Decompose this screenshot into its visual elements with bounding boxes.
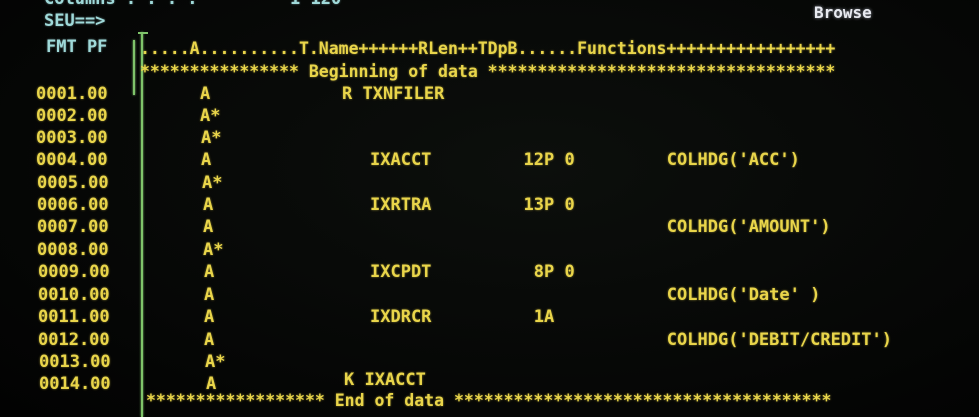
source-line-text[interactable]: IXRTRA 13P 0 (370, 194, 575, 216)
spec-type: A (204, 262, 215, 282)
end-of-data-marker: ****************** End of data *********… (146, 391, 832, 410)
source-line-text[interactable]: R TXNFILER (342, 83, 444, 105)
source-line-text[interactable]: K IXACCT (344, 369, 426, 391)
seq-number: 0010.00 (38, 285, 110, 305)
spec-type: A (204, 307, 215, 327)
seq-number: 0004.00 (36, 150, 108, 170)
seq-number: 0011.00 (38, 307, 110, 327)
format-label: FMT PF (46, 37, 108, 57)
source-line-text[interactable]: IXACCT 12P 0 COLHDG('ACC') (370, 149, 800, 171)
spec-type: A* (202, 173, 223, 193)
spec-type: A* (205, 352, 226, 372)
seq-number: 0013.00 (39, 352, 111, 372)
mode-indicator: Browse (814, 3, 872, 22)
seu-command-prompt[interactable]: SEU==> (44, 10, 105, 32)
seq-number: 0014.00 (39, 374, 111, 394)
seq-number: 0006.00 (37, 195, 109, 215)
source-line-text[interactable]: IXDRCR 1A (370, 306, 554, 328)
source-line-text[interactable]: IXCPDT 8P 0 (370, 261, 575, 283)
columns-label: Columns . . . : (44, 0, 198, 10)
seq-number: 0001.00 (36, 84, 108, 104)
terminal-screen: Columns . . . : 1 120 SEU==> Browse FMT … (0, 0, 979, 417)
seq-number: 0005.00 (37, 173, 109, 193)
seq-number: 0003.00 (36, 128, 108, 148)
left-divider-upper (133, 40, 135, 95)
spec-type: A (204, 330, 215, 350)
spec-type: A (201, 150, 212, 170)
source-line-text[interactable]: COLHDG('DEBIT/CREDIT') (370, 329, 892, 351)
left-divider (141, 32, 143, 417)
seq-number: 0012.00 (38, 330, 110, 350)
seq-number: 0008.00 (37, 240, 109, 260)
format-ruler: .....A..........T.Name++++++RLen++TDpB..… (140, 39, 836, 58)
spec-type: A (204, 285, 215, 305)
spec-type: A* (203, 240, 224, 260)
seq-number: 0002.00 (36, 106, 108, 126)
cursor-marker (138, 32, 148, 34)
source-line-text[interactable]: COLHDG('AMOUNT') (370, 216, 831, 238)
source-line-text[interactable]: COLHDG('Date' ) (370, 284, 821, 306)
beginning-of-data-marker: **************** Beginning of data *****… (140, 62, 836, 81)
spec-type: A (203, 195, 214, 215)
seq-number: 0009.00 (38, 262, 110, 282)
spec-type: A* (200, 106, 221, 126)
columns-value: 1 120 (290, 0, 341, 10)
spec-type: A (200, 84, 211, 104)
spec-type: A (203, 217, 214, 237)
spec-type: A* (201, 128, 222, 148)
seq-number: 0007.00 (37, 217, 109, 237)
